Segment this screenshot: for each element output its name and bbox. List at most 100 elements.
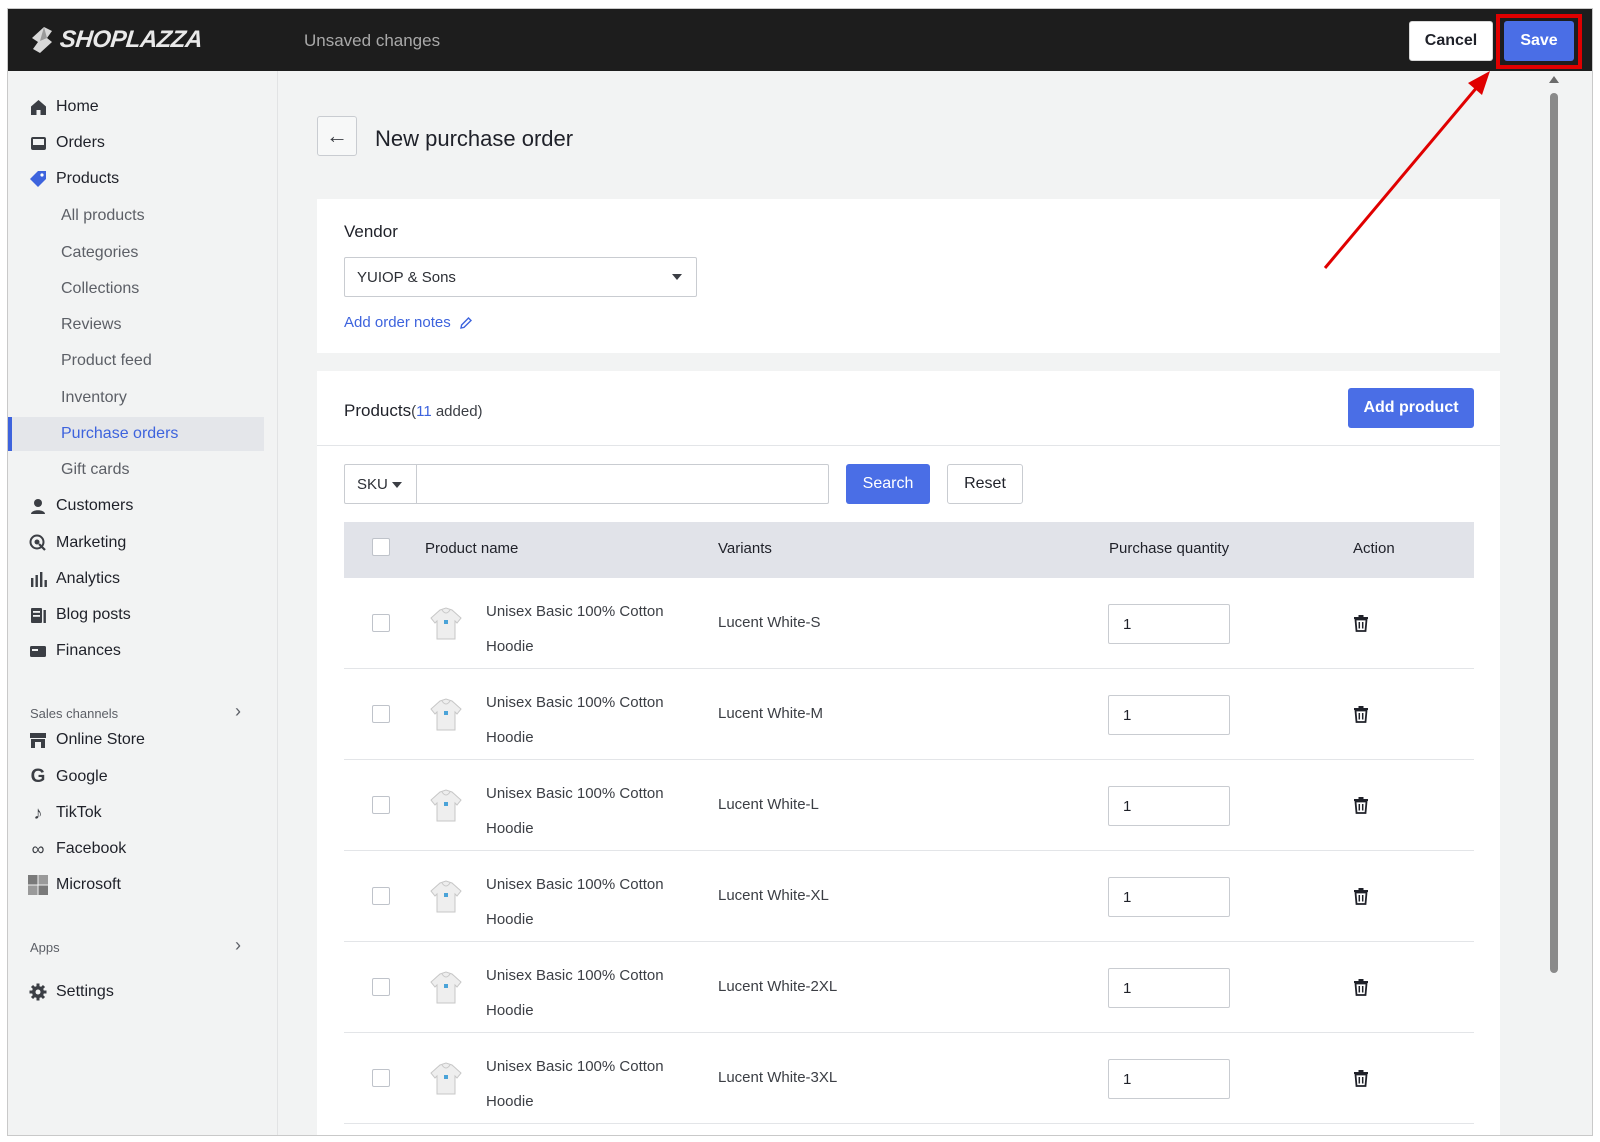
brand-logo[interactable]: SHOPLAZZA <box>30 25 204 55</box>
store-icon <box>28 730 48 750</box>
row-checkbox[interactable] <box>372 978 390 996</box>
products-card: Products(11 added) Add product SKU Searc… <box>317 371 1500 1135</box>
pencil-icon <box>459 316 472 329</box>
row-checkbox[interactable] <box>372 705 390 723</box>
save-button[interactable]: Save <box>1504 21 1574 61</box>
blog-icon <box>28 605 48 625</box>
top-bar: SHOPLAZZA Unsaved changes Cancel Save <box>8 9 1592 71</box>
apps-heading[interactable]: Apps <box>30 940 60 955</box>
table-row: Unisex Basic 100% Cotton Hoodie Lucent Wh… <box>344 578 1474 669</box>
page-title: New purchase order <box>375 126 574 151</box>
sidebar-item-products[interactable]: Products <box>8 162 264 196</box>
product-name-line: Unisex Basic 100% Cotton <box>486 967 664 984</box>
purchase-quantity-input[interactable] <box>1108 1059 1230 1099</box>
sidebar-item-online-store[interactable]: Online Store <box>8 723 264 757</box>
product-name-line: Unisex Basic 100% Cotton <box>486 603 664 620</box>
sales-channels-heading[interactable]: Sales channels <box>30 706 118 721</box>
sidebar-item-microsoft[interactable]: Microsoft <box>8 868 264 902</box>
row-checkbox[interactable] <box>372 887 390 905</box>
sidebar-subitem-purchase-orders[interactable]: Purchase orders <box>8 417 264 451</box>
table-row: Unisex Basic 100% Cotton Hoodie Lucent Wh… <box>344 669 1474 760</box>
add-order-notes-link[interactable]: Add order notes <box>344 314 473 331</box>
product-name-line: Hoodie <box>486 1002 534 1019</box>
sidebar-item-label: Finances <box>56 642 121 659</box>
hoodie-thumbnail-icon <box>430 789 462 822</box>
products-title: Products <box>344 401 412 420</box>
sidebar-subitem-all-products[interactable]: All products <box>8 199 264 233</box>
sidebar-item-google[interactable]: G Google <box>8 760 264 794</box>
column-header-purchase-quantity: Purchase quantity <box>1109 540 1230 557</box>
trash-icon[interactable] <box>1352 978 1370 996</box>
sidebar-item-customers[interactable]: Customers <box>8 489 264 523</box>
arrow-left-icon: ← <box>326 123 348 148</box>
row-checkbox[interactable] <box>372 1069 390 1087</box>
search-button[interactable]: Search <box>846 464 930 504</box>
cancel-button[interactable]: Cancel <box>1409 21 1493 61</box>
vendor-card: Vendor YUIOP & Sons Add order notes <box>317 199 1500 353</box>
trash-icon[interactable] <box>1352 614 1370 632</box>
sidebar-item-label: Products <box>56 170 120 187</box>
sidebar-item-facebook[interactable]: ∞ Facebook <box>8 832 264 866</box>
sidebar-item-blog-posts[interactable]: Blog posts <box>8 598 264 632</box>
product-name-line: Hoodie <box>486 911 534 928</box>
trash-icon[interactable] <box>1352 796 1370 814</box>
column-header-product-name: Product name <box>425 540 519 557</box>
purchase-quantity-input[interactable] <box>1108 786 1230 826</box>
sidebar-item-orders[interactable]: Orders <box>8 126 264 160</box>
purchase-quantity-input[interactable] <box>1108 695 1230 735</box>
sidebar-item-label: TikTok <box>56 804 102 821</box>
sidebar-item-finances[interactable]: Finances <box>8 634 264 668</box>
chevron-right-icon[interactable]: › <box>235 701 241 722</box>
products-count: 11 <box>416 403 432 420</box>
purchase-quantity-input[interactable] <box>1108 604 1230 644</box>
scrollbar-thumb[interactable] <box>1550 93 1558 973</box>
product-name-line: Hoodie <box>486 1093 534 1110</box>
trash-icon[interactable] <box>1352 887 1370 905</box>
vendor-select[interactable]: YUIOP & Sons <box>344 257 697 297</box>
product-name-line: Unisex Basic 100% Cotton <box>486 694 664 711</box>
row-checkbox[interactable] <box>372 614 390 632</box>
google-icon: G <box>30 766 46 787</box>
filter-field-select[interactable]: SKU <box>344 464 417 504</box>
sidebar-item-analytics[interactable]: Analytics <box>8 562 264 596</box>
back-button[interactable]: ← <box>317 116 357 156</box>
chevron-right-icon[interactable]: › <box>235 935 241 956</box>
purchase-quantity-input[interactable] <box>1108 968 1230 1008</box>
sidebar-item-label: Microsoft <box>56 876 121 893</box>
sidebar-subitem-product-feed[interactable]: Product feed <box>8 344 264 378</box>
sidebar-item-tiktok[interactable]: ♪ TikTok <box>8 796 264 830</box>
trash-icon[interactable] <box>1352 1069 1370 1087</box>
select-all-checkbox[interactable] <box>372 538 390 556</box>
sidebar-subitem-label: Collections <box>61 280 140 297</box>
product-name: Unisex Basic 100% Cotton Hoodie <box>486 776 686 846</box>
variant-name: Lucent White-S <box>718 614 821 631</box>
row-checkbox[interactable] <box>372 796 390 814</box>
column-header-action: Action <box>1353 540 1395 557</box>
sidebar-subitem-collections[interactable]: Collections <box>8 272 264 306</box>
sidebar-subitem-reviews[interactable]: Reviews <box>8 308 264 342</box>
product-name-line: Unisex Basic 100% Cotton <box>486 785 664 802</box>
scroll-up-arrow-icon[interactable] <box>1549 76 1559 83</box>
trash-icon[interactable] <box>1352 705 1370 723</box>
caret-down-icon <box>392 482 402 488</box>
sidebar-subitem-gift-cards[interactable]: Gift cards <box>8 453 264 487</box>
products-heading: Products(11 added) <box>344 401 483 421</box>
sidebar-item-marketing[interactable]: Marketing <box>8 526 264 560</box>
sidebar-item-label: Orders <box>56 134 105 151</box>
home-icon <box>28 97 48 117</box>
sidebar-item-label: Marketing <box>56 534 127 551</box>
scrollbar[interactable] <box>1545 71 1563 1135</box>
sidebar-item-home[interactable]: Home <box>8 90 264 124</box>
sidebar-subitem-inventory[interactable]: Inventory <box>8 381 264 415</box>
sidebar-subitem-label: Categories <box>61 244 139 261</box>
filter-field-value: SKU <box>357 475 388 493</box>
brand-name: SHOPLAZZA <box>58 26 204 53</box>
divider <box>317 445 1500 446</box>
reset-button[interactable]: Reset <box>947 464 1023 504</box>
add-product-button[interactable]: Add product <box>1348 388 1474 428</box>
purchase-quantity-input[interactable] <box>1108 877 1230 917</box>
search-input[interactable] <box>416 464 829 504</box>
sidebar-subitem-categories[interactable]: Categories <box>8 236 264 270</box>
vendor-heading: Vendor <box>344 222 398 241</box>
sidebar-item-settings[interactable]: Settings <box>8 975 264 1009</box>
